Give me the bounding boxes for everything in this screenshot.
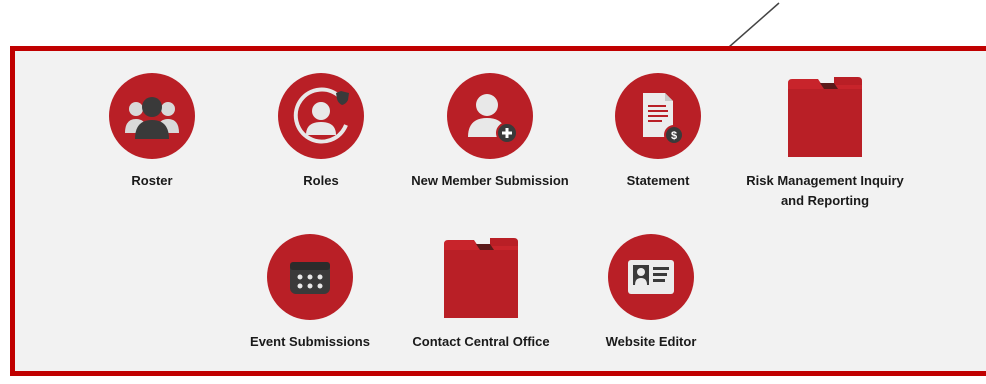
website-editor-label: Website Editor (605, 334, 697, 349)
roster-tile[interactable]: Roster (62, 73, 242, 191)
folder-icon (788, 77, 862, 157)
roles-label: Roles (303, 173, 339, 188)
add-member-icon (447, 73, 533, 159)
calendar-icon (267, 234, 353, 320)
screen: Roster Roles New Member Submission $ Sta… (0, 0, 986, 384)
people-group-icon (109, 73, 195, 159)
roster-label: Roster (131, 173, 173, 188)
new-member-submission-tile[interactable]: New Member Submission (400, 73, 580, 191)
risk-management-tile[interactable]: Risk Management Inquiry and Reporting (735, 73, 915, 211)
roles-tile[interactable]: Roles (231, 73, 411, 191)
quick-links-panel: Roster Roles New Member Submission $ Sta… (10, 46, 986, 376)
risk-management-label-line-1: Risk Management Inquiry (746, 173, 904, 188)
risk-management-label-line-2: and Reporting (780, 193, 870, 208)
statement-document-icon: $ (615, 73, 701, 159)
risk-management-label: Risk Management Inquiry and Reporting (735, 171, 915, 211)
event-submissions-tile[interactable]: Event Submissions (220, 234, 400, 352)
event-submissions-label: Event Submissions (250, 334, 370, 349)
folder-icon (444, 238, 518, 318)
contact-central-office-label: Contact Central Office (412, 334, 550, 349)
user-role-icon (278, 73, 364, 159)
statement-label: Statement (626, 173, 690, 188)
statement-tile[interactable]: $ Statement (568, 73, 748, 191)
contact-central-office-tile[interactable]: Contact Central Office (391, 234, 571, 352)
website-editor-tile[interactable]: Website Editor (561, 234, 741, 352)
id-card-icon (608, 234, 694, 320)
svg-text:$: $ (671, 130, 677, 142)
new-member-submission-label: New Member Submission (411, 173, 569, 188)
